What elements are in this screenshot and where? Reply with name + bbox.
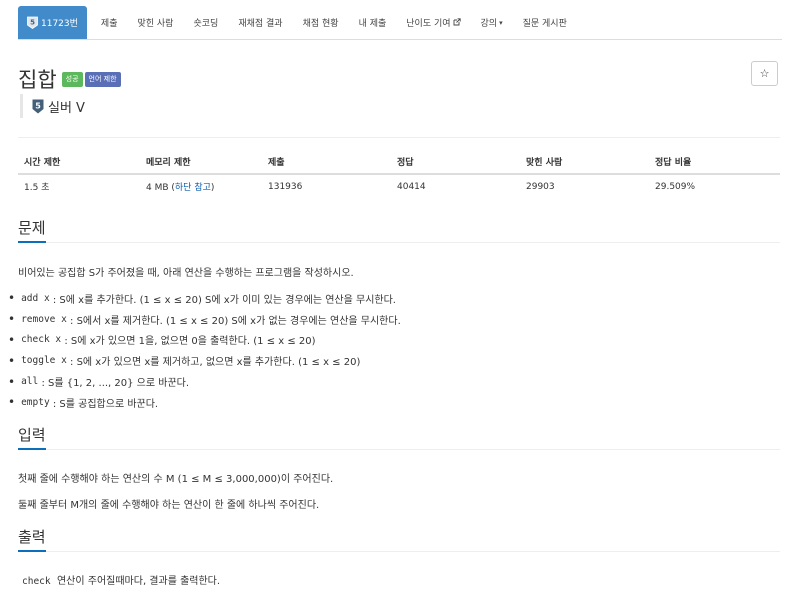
op-command: all xyxy=(21,376,39,388)
tab-solvers[interactable]: 맞힌 사람 xyxy=(127,6,183,39)
op-description: : S를 {1, 2, ..., 20} 으로 바꾼다. xyxy=(41,378,190,390)
op-description: : S를 공집합으로 바꾼다. xyxy=(52,398,159,410)
tab-lecture[interactable]: 강의 ▾ xyxy=(471,6,513,39)
list-item: remove x : S에서 x를 제거한다. (1 ≤ x ≤ 20) S에 … xyxy=(8,309,401,330)
problem-section-header: 문제 xyxy=(18,217,780,243)
memory-close: ) xyxy=(210,183,215,193)
silver-tier-icon: 5 xyxy=(27,16,38,29)
op-command: remove x xyxy=(21,313,67,325)
tab-judge-status[interactable]: 채점 현황 xyxy=(293,6,349,39)
input-heading: 입력 xyxy=(18,424,46,450)
tier-badge-number: 5 xyxy=(30,18,35,26)
tier-number: 5 xyxy=(35,101,41,110)
op-description: : S에 x가 있으면 x를 제거하고, 없으면 x를 추가한다. (1 ≤ x… xyxy=(70,357,361,369)
input-description-1: 첫째 줄에 수행해야 하는 연산의 수 M (1 ≤ M ≤ 3,000,000… xyxy=(18,474,334,485)
input-section-header: 입력 xyxy=(18,424,780,450)
header-submissions: 제출 xyxy=(262,150,391,175)
page-title: 집합 xyxy=(18,68,57,92)
star-button[interactable]: ☆ xyxy=(751,61,778,86)
language-restriction-label[interactable]: 언어 제한 xyxy=(84,71,121,87)
output-command: check xyxy=(22,576,51,587)
time-limit-value: 1.5 초 xyxy=(24,183,50,193)
tab-problem-number[interactable]: 5 11723번 xyxy=(18,6,87,39)
memory-limit-cell: 4 MB (하단 참고) xyxy=(140,174,262,198)
title-row: 집합 성공 언어 제한 xyxy=(18,64,123,94)
header-solvers: 맞힌 사람 xyxy=(520,150,649,175)
lecture-label: 강의 xyxy=(480,19,498,29)
op-description: : S에 x가 있으면 1을, 없으면 0을 출력한다. (1 ≤ x ≤ 20… xyxy=(64,336,316,348)
op-description: : S에서 x를 제거한다. (1 ≤ x ≤ 20) S에 x가 없는 경우에… xyxy=(70,315,401,327)
op-command: toggle x xyxy=(21,355,67,367)
tab-submit[interactable]: 제출 xyxy=(91,6,128,39)
ratio-value: 29.509% xyxy=(655,181,696,192)
memory-limit-value: 4 MB ( xyxy=(146,183,175,193)
divider xyxy=(18,137,780,138)
list-item: all : S를 {1, 2, ..., 20} 으로 바꾼다. xyxy=(8,371,401,392)
silver-tier-icon: 5 xyxy=(32,99,44,114)
caret-down-icon: ▾ xyxy=(499,18,503,27)
list-item: toggle x : S에 x가 있으면 x를 제거하고, 없으면 x를 추가한… xyxy=(8,350,401,371)
output-heading: 출력 xyxy=(18,526,46,552)
problem-nav: 5 11723번 제출 맞힌 사람 숏코딩 재채점 결과 채점 현황 내 제출 … xyxy=(18,6,782,40)
tier-label: 실버 V xyxy=(48,100,85,116)
solvers-value: 29903 xyxy=(526,181,555,192)
list-item: empty : S를 공집합으로 바꾼다. xyxy=(8,392,401,413)
tab-short-coding[interactable]: 숏코딩 xyxy=(183,6,228,39)
tab-difficulty-contribute[interactable]: 난이도 기여 xyxy=(396,6,470,39)
header-memory-limit: 메모리 제한 xyxy=(140,150,262,175)
tab-my-submissions[interactable]: 내 제출 xyxy=(349,6,397,39)
problem-heading: 문제 xyxy=(18,217,46,243)
star-icon: ☆ xyxy=(759,67,770,80)
problem-number-label: 11723번 xyxy=(41,19,78,29)
problem-tier: 5 실버 V xyxy=(20,94,85,118)
submissions-value: 131936 xyxy=(268,181,303,192)
op-description: : S에 x를 추가한다. (1 ≤ x ≤ 20) S에 x가 이미 있는 경… xyxy=(52,294,396,306)
list-item: add x : S에 x를 추가한다. (1 ≤ x ≤ 20) S에 x가 이… xyxy=(8,288,401,309)
external-link-icon xyxy=(453,17,461,28)
accepted-value: 40414 xyxy=(397,181,426,192)
tab-question-board[interactable]: 질문 게시판 xyxy=(513,6,577,39)
operation-list: add x : S에 x를 추가한다. (1 ≤ x ≤ 20) S에 x가 이… xyxy=(8,288,401,413)
success-label[interactable]: 성공 xyxy=(61,71,83,87)
problem-info-table: 시간 제한 메모리 제한 제출 정답 맞힌 사람 정답 비율 1.5 초 4 M… xyxy=(18,150,780,198)
info-header-row: 시간 제한 메모리 제한 제출 정답 맞힌 사람 정답 비율 xyxy=(18,150,780,175)
output-description: check 연산이 주어질때마다, 결과를 출력한다. xyxy=(22,572,220,587)
difficulty-contribute-label: 난이도 기여 xyxy=(406,19,451,29)
output-section-header: 출력 xyxy=(18,526,780,552)
memory-note-link[interactable]: 하단 참고 xyxy=(175,183,211,193)
list-item: check x : S에 x가 있으면 1을, 없으면 0을 출력한다. (1 … xyxy=(8,330,401,351)
header-accepted: 정답 xyxy=(391,150,520,175)
info-value-row: 1.5 초 4 MB (하단 참고) 131936 40414 29903 29… xyxy=(18,174,780,198)
problem-description: 비어있는 공집합 S가 주어졌을 때, 아래 연산을 수행하는 프로그램을 작성… xyxy=(18,268,354,279)
tab-rejudge-results[interactable]: 재채점 결과 xyxy=(228,6,292,39)
op-command: empty xyxy=(21,396,50,408)
op-command: add x xyxy=(21,292,50,304)
header-ratio: 정답 비율 xyxy=(649,150,780,175)
output-text: 연산이 주어질때마다, 결과를 출력한다. xyxy=(56,576,221,587)
op-command: check x xyxy=(21,334,62,346)
header-time-limit: 시간 제한 xyxy=(18,150,140,175)
input-description-2: 둘째 줄부터 M개의 줄에 수행해야 하는 연산이 한 줄에 하나씩 주어진다. xyxy=(18,500,320,511)
